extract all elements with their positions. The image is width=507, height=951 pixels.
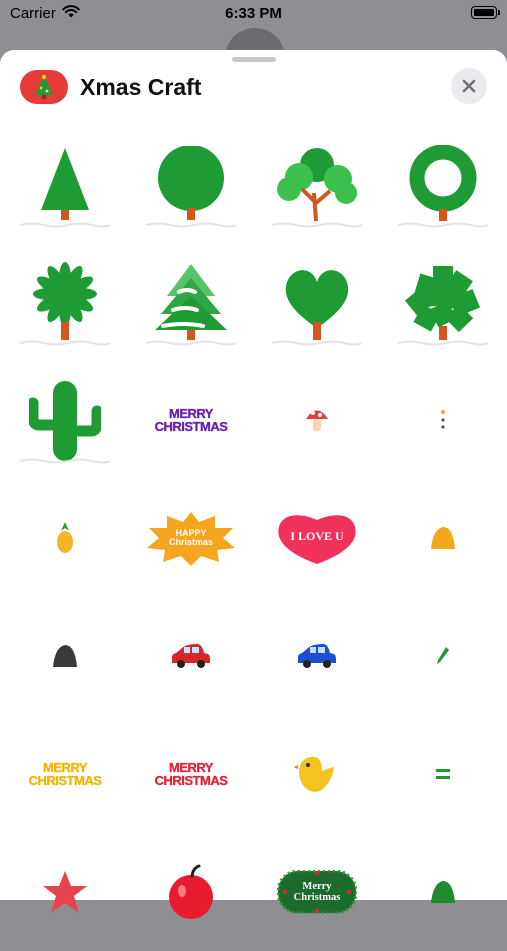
sticker-merry-christmas-red[interactable]: MERRY CHRISTMAS (128, 715, 254, 833)
sticker-i-love-u-heart[interactable]: I LOVE U (254, 479, 380, 597)
sticker-cactus[interactable] (2, 361, 128, 479)
sticker-green-hat[interactable] (380, 833, 506, 951)
sticker-blue-car[interactable] (254, 597, 380, 715)
sticker-red-apple[interactable] (128, 833, 254, 951)
sticker-round-tree[interactable] (128, 125, 254, 243)
sticker-leafy-tree[interactable] (380, 243, 506, 361)
sticker-tiny-dots[interactable] (380, 361, 506, 479)
sticker-green-pencil[interactable] (380, 597, 506, 715)
sticker-palm-tree[interactable] (2, 243, 128, 361)
sticker-snowy-fir-tree[interactable] (128, 243, 254, 361)
sticker-sheet: Xmas Craft MERRY CHRISTMAS HAPPY Christmas I… (0, 50, 507, 919)
app-title: Xmas Craft (80, 73, 202, 100)
status-time: 6:33 PM (225, 5, 282, 22)
sticker-dark-hat[interactable] (2, 597, 128, 715)
sticker-bushy-tree[interactable] (254, 125, 380, 243)
sheet-grabber[interactable] (232, 57, 276, 62)
sticker-merry-christmas-wreath[interactable]: Merry Christmas (254, 833, 380, 951)
sticker-red-car[interactable] (128, 597, 254, 715)
close-icon (462, 79, 476, 93)
sticker-merry-christmas-purple[interactable]: MERRY CHRISTMAS (128, 361, 254, 479)
sticker-wreath-tree[interactable] (380, 125, 506, 243)
sticker-merry-christmas-yellow[interactable]: MERRY CHRISTMAS (2, 715, 128, 833)
sticker-grid: MERRY CHRISTMAS HAPPY Christmas I LOVE U MERR… (2, 125, 505, 951)
status-bar: Carrier 6:33 PM (0, 0, 507, 30)
close-button[interactable] (451, 68, 487, 104)
sticker-orange-hat[interactable] (380, 479, 506, 597)
xmas-tree-icon (35, 74, 53, 99)
sticker-mushroom[interactable] (254, 361, 380, 479)
sticker-pineapple[interactable] (2, 479, 128, 597)
sheet-header: Xmas Craft (20, 68, 201, 106)
sticker-red-star[interactable] (2, 833, 128, 951)
battery-icon (471, 6, 500, 19)
sticker-heart-tree[interactable] (254, 243, 380, 361)
app-icon (20, 70, 68, 104)
sticker-happy-christmas-burst[interactable]: HAPPY Christmas (128, 479, 254, 597)
sticker-green-equals[interactable] (380, 715, 506, 833)
sticker-pine-tree[interactable] (2, 125, 128, 243)
sticker-yellow-bird[interactable] (254, 715, 380, 833)
